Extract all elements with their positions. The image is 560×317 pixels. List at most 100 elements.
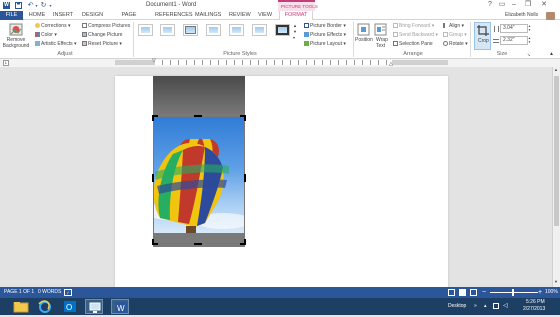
left-indent-marker-icon[interactable]: ▽ <box>152 59 156 64</box>
color-button[interactable]: Color ▾ <box>35 32 57 39</box>
size-dialog-launcher-icon[interactable]: ↘ <box>527 52 530 57</box>
web-layout-icon[interactable] <box>470 289 477 296</box>
tray-up-arrow-icon[interactable]: ▴ <box>484 302 487 310</box>
crop-handle-top[interactable] <box>194 115 202 117</box>
reset-picture-button[interactable]: Reset Picture ▾ <box>82 41 122 48</box>
wrap-text-button[interactable]: Wrap Text <box>376 37 388 49</box>
gallery-more-icon[interactable]: ▾ <box>293 36 295 40</box>
desktop-toolbar-label[interactable]: Desktop <box>448 302 466 310</box>
tab-insert[interactable]: INSERT <box>53 11 73 20</box>
customize-quick-access-icon[interactable]: ▾ <box>47 2 54 9</box>
zoom-slider-track[interactable] <box>490 292 538 293</box>
scroll-thumb[interactable] <box>554 76 559 226</box>
remote-desktop-icon[interactable] <box>85 299 103 314</box>
word-app-icon[interactable]: W <box>3 2 10 9</box>
change-picture-button[interactable]: Change Picture <box>82 32 122 39</box>
remove-background-button[interactable]: Remove Background <box>2 37 30 49</box>
tab-design[interactable]: DESIGN <box>82 11 103 20</box>
shape-width-field[interactable]: 2.32" <box>500 36 528 45</box>
width-spinner-icon[interactable]: ▲ ▼ <box>528 36 531 44</box>
group-button[interactable]: Group ▾ <box>443 32 467 39</box>
tab-review[interactable]: REVIEW <box>229 11 251 20</box>
corrections-button[interactable]: Corrections ▾ <box>35 23 70 30</box>
picture-style-2[interactable] <box>160 24 175 36</box>
scroll-down-icon[interactable]: ▼ <box>554 279 558 285</box>
collapse-ribbon-icon[interactable]: ▲ <box>549 51 554 57</box>
scroll-up-icon[interactable]: ▲ <box>554 67 558 73</box>
outlook-icon[interactable]: O <box>61 299 79 314</box>
tray-chevron-icon[interactable]: » <box>474 302 477 310</box>
zoom-in-icon[interactable]: + <box>538 287 542 298</box>
rotate-button[interactable]: Rotate ▾ <box>443 41 468 48</box>
page-count[interactable]: PAGE 1 OF 1 <box>4 287 34 298</box>
start-button[interactable] <box>2 299 12 314</box>
tab-mailings[interactable]: MAILINGS <box>195 11 221 20</box>
user-name[interactable]: Elizabeth Nolls <box>505 11 538 20</box>
position-button[interactable]: Position <box>355 37 373 44</box>
clock-date[interactable]: 2/27/2013 <box>523 306 545 313</box>
redo-icon[interactable]: ↻ <box>40 2 47 9</box>
crop-handle-top-right[interactable] <box>240 115 246 121</box>
remove-background-icon[interactable] <box>9 23 23 36</box>
network-icon[interactable] <box>493 303 499 309</box>
picture-style-3[interactable] <box>183 24 198 36</box>
undo-dropdown-icon[interactable]: ▾ <box>33 2 40 9</box>
height-spinner-icon[interactable]: ▲ ▼ <box>528 24 531 32</box>
zoom-level[interactable]: 100% <box>545 287 558 298</box>
wrap-text-icon[interactable] <box>374 23 388 36</box>
picture-layout-button[interactable]: Picture Layout ▾ <box>304 41 346 48</box>
ribbon-display-options-button[interactable]: ▭ <box>496 0 508 9</box>
send-backward-button[interactable]: Send Backward ▾ <box>393 32 438 39</box>
crop-icon[interactable] <box>476 24 490 37</box>
volume-icon[interactable]: ◁ <box>503 302 508 310</box>
file-explorer-icon[interactable] <box>12 299 30 314</box>
tab-selector-icon[interactable]: L <box>3 60 9 66</box>
proofing-icon[interactable]: ✓ <box>64 289 72 296</box>
tab-page-layout[interactable]: PAGE LAYOUT <box>111 11 147 27</box>
minimize-button[interactable]: – <box>508 0 520 9</box>
tab-view[interactable]: VIEW <box>257 11 273 20</box>
crop-button[interactable]: Crop <box>478 38 489 45</box>
crop-handle-bottom-left[interactable] <box>152 239 158 245</box>
align-button[interactable]: Align ▾ <box>443 23 464 30</box>
save-icon[interactable] <box>15 2 22 9</box>
internet-explorer-icon[interactable] <box>36 299 54 314</box>
print-layout-icon[interactable] <box>459 289 466 296</box>
crop-handle-bottom[interactable] <box>194 243 202 245</box>
word-taskbar-icon[interactable]: W <box>111 299 129 314</box>
selection-pane-button[interactable]: Selection Pane <box>393 41 433 48</box>
user-avatar[interactable] <box>546 12 555 20</box>
crop-handle-left[interactable] <box>152 174 154 182</box>
picture-style-6[interactable] <box>252 24 267 36</box>
horizontal-ruler[interactable]: L ▽ △ <box>0 59 560 67</box>
picture-effects-button[interactable]: Picture Effects ▾ <box>304 32 346 39</box>
picture-style-1[interactable] <box>138 24 153 36</box>
crop-handle-bottom-right[interactable] <box>240 239 246 245</box>
read-mode-icon[interactable] <box>448 289 455 296</box>
word-count[interactable]: 0 WORDS <box>38 287 61 298</box>
crop-handle-top-left[interactable] <box>152 115 158 121</box>
zoom-out-icon[interactable]: − <box>482 287 486 298</box>
shape-height-field[interactable]: 3.04" <box>500 24 528 33</box>
gallery-scroll-down-icon[interactable]: ▼ <box>293 30 297 34</box>
help-button[interactable]: ? <box>484 0 496 9</box>
position-icon[interactable] <box>357 23 371 36</box>
clock-time[interactable]: 5:26 PM <box>526 299 545 306</box>
tab-home[interactable]: HOME <box>28 11 46 20</box>
picture-style-5[interactable] <box>229 24 244 36</box>
artistic-effects-button[interactable]: Artistic Effects ▾ <box>35 41 77 48</box>
gallery-scroll-up-icon[interactable]: ▲ <box>293 24 297 28</box>
restore-button[interactable]: ❐ <box>522 0 534 9</box>
vertical-scrollbar[interactable]: ▲ ▼ <box>552 67 560 287</box>
tab-file[interactable]: FILE <box>0 11 23 20</box>
compress-pictures-button[interactable]: Compress Pictures <box>82 23 130 30</box>
tab-references[interactable]: REFERENCES <box>155 11 193 20</box>
close-button[interactable]: ✕ <box>538 0 550 9</box>
picture-border-button[interactable]: Picture Border ▾ <box>304 23 346 30</box>
bring-forward-button[interactable]: Bring Forward ▾ <box>393 23 434 30</box>
picture-style-7[interactable] <box>275 24 290 36</box>
crop-selection-frame[interactable] <box>153 116 245 244</box>
zoom-slider-thumb[interactable] <box>512 289 514 296</box>
crop-handle-right[interactable] <box>244 174 246 182</box>
picture-style-4[interactable] <box>206 24 221 36</box>
